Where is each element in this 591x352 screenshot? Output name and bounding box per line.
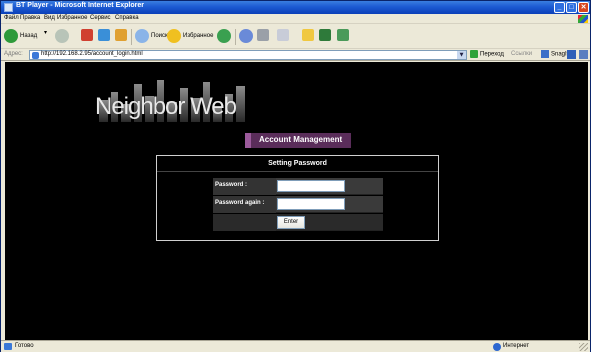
password-again-label: Password again : [215, 200, 265, 206]
menu-view[interactable]: Вид [44, 15, 55, 21]
go-button[interactable]: Переход [470, 50, 504, 58]
page-status-icon [4, 343, 12, 350]
forward-arrow-icon [55, 29, 69, 43]
address-label: Адрес: [4, 51, 23, 57]
forward-button[interactable] [55, 29, 71, 45]
home-button[interactable] [115, 29, 127, 45]
mail-button[interactable] [239, 29, 255, 45]
research-icon [337, 29, 349, 41]
snagit-button[interactable]: SnagIt [541, 50, 568, 58]
resize-grip[interactable] [579, 343, 588, 351]
maximize-button[interactable]: □ [566, 2, 577, 13]
refresh-icon [98, 29, 110, 41]
toolbar-separator [235, 29, 236, 45]
back-arrow-icon [4, 29, 18, 43]
print-button[interactable] [257, 29, 269, 45]
toolbar: Назад ▾ Поиск Избранное [1, 25, 590, 49]
messenger-button[interactable] [319, 29, 331, 45]
submit-row: Enter [213, 214, 383, 231]
password-input[interactable] [277, 180, 345, 192]
page-icon [32, 52, 39, 59]
account-management-header: Account Management [245, 133, 351, 148]
password-again-input[interactable] [277, 198, 345, 210]
status-text: Готово [15, 343, 34, 349]
internet-zone-icon [493, 343, 501, 351]
favorites-button[interactable]: Избранное [167, 29, 213, 45]
folder-button[interactable] [302, 29, 314, 45]
address-url: http://192.168.2.95/account_login.html [41, 51, 143, 57]
links-button[interactable]: Ссылки [511, 51, 532, 57]
stop-icon [81, 29, 93, 41]
history-button[interactable] [217, 29, 233, 45]
password-row: Password : [213, 178, 383, 195]
address-dropdown-icon[interactable]: ▼ [457, 51, 466, 59]
minimize-button[interactable]: _ [554, 2, 565, 13]
refresh-button[interactable] [98, 29, 110, 45]
edit-icon [277, 29, 289, 41]
menu-file[interactable]: Файл [4, 15, 19, 21]
browser-window: BT Player - Microsoft Internet Explorer … [0, 0, 591, 352]
menu-favorites[interactable]: Избранное [57, 15, 87, 21]
home-icon [115, 29, 127, 41]
menu-edit[interactable]: Правка [20, 15, 40, 21]
print-icon [257, 29, 269, 41]
search-button[interactable]: Поиск [135, 29, 168, 45]
folder-icon [302, 29, 314, 41]
mail-icon [239, 29, 253, 43]
address-bar: Адрес: http://192.168.2.95/account_login… [1, 49, 590, 61]
setting-password-panel: Setting Password Password : Password aga… [156, 155, 439, 241]
status-bar: Готово Интернет [1, 340, 590, 352]
zone-text: Интернет [503, 343, 530, 349]
star-icon [167, 29, 181, 43]
neighbor-web-logo: Neighbor Web [93, 76, 253, 122]
panel-divider [157, 171, 438, 172]
snagit-icon [541, 50, 549, 58]
password-again-row: Password again : [213, 196, 383, 213]
password-form: Password : Password again : Enter [213, 178, 383, 234]
menu-tools[interactable]: Сервис [90, 15, 111, 21]
enter-button[interactable]: Enter [277, 216, 305, 229]
window-title: BT Player - Microsoft Internet Explorer [16, 2, 144, 9]
toolbar-separator [131, 29, 132, 45]
close-button[interactable]: ✕ [578, 2, 589, 13]
search-icon [135, 29, 149, 43]
messenger-icon [319, 29, 331, 41]
toolbar-extra-icon[interactable] [567, 50, 576, 59]
windows-logo-icon [578, 15, 588, 23]
title-bar: BT Player - Microsoft Internet Explorer … [1, 1, 590, 14]
menu-bar: Файл Правка Вид Избранное Сервис Справка [1, 14, 590, 24]
menu-help[interactable]: Справка [115, 15, 139, 21]
toolbar-extra-icon-2[interactable] [579, 50, 588, 59]
go-arrow-icon [470, 50, 478, 58]
edit-button[interactable] [277, 29, 289, 45]
password-label: Password : [215, 182, 248, 188]
section-title: Account Management [259, 135, 343, 144]
panel-title: Setting Password [268, 160, 327, 167]
back-dropdown[interactable]: ▾ [44, 29, 47, 45]
back-button[interactable]: Назад [4, 29, 37, 45]
research-button[interactable] [337, 29, 349, 45]
stop-button[interactable] [81, 29, 93, 45]
address-input[interactable]: http://192.168.2.95/account_login.html ▼ [29, 50, 467, 60]
ie-icon [4, 3, 13, 12]
logo-text: Neighbor Web [95, 93, 237, 120]
history-icon [217, 29, 231, 43]
page-content: Neighbor Web Account Management Setting … [5, 62, 588, 340]
